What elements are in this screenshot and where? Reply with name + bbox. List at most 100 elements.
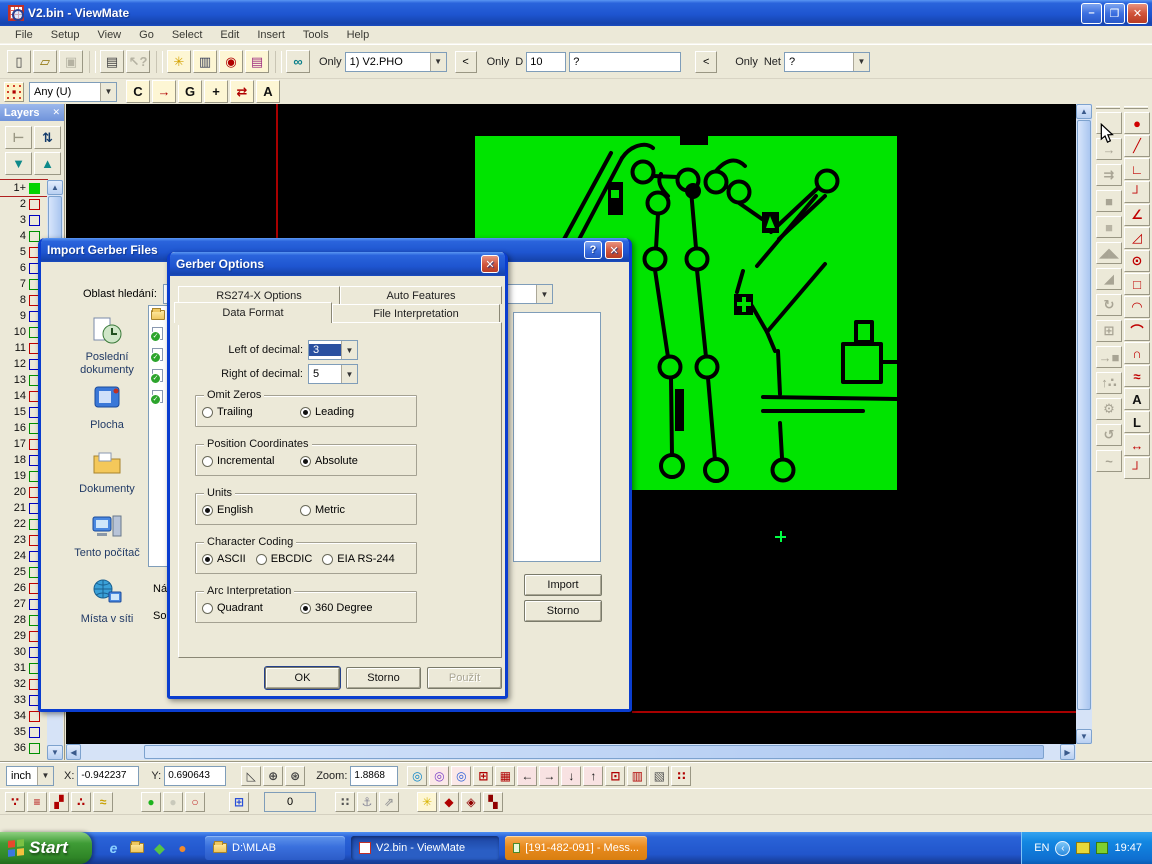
flash-finder-icon[interactable]: ✳ [167, 50, 191, 73]
sidebar-item-network-places[interactable]: Místa v síti [59, 578, 155, 626]
radio-incremental[interactable]: Incremental [202, 455, 290, 467]
pad-flash-icon[interactable]: ● [1124, 112, 1150, 134]
arc-draw-icon[interactable]: ◠ [1124, 296, 1150, 318]
radio-eia-rs-244[interactable]: EIA RS-244 [322, 553, 394, 565]
scroll-left-icon[interactable]: ◀ [66, 744, 81, 760]
layer-color-swatch[interactable] [29, 199, 40, 210]
filter-gerber-icon[interactable]: G [178, 80, 202, 103]
film-colors-icon[interactable]: ▤ [245, 50, 269, 73]
filter-flash-icon[interactable]: + [204, 80, 228, 103]
open-folder-icon[interactable]: ▱ [33, 50, 57, 73]
unit-combo[interactable]: inch▼ [6, 766, 54, 786]
selection-filter-icon[interactable]: ▪ [4, 82, 24, 102]
layer-color-swatch[interactable] [29, 215, 40, 226]
view-traces-icon[interactable]: ≡ [27, 792, 47, 812]
dcode-filter-combo[interactable]: Any (U)▼ [29, 82, 117, 102]
taskbar-item-viewmate[interactable]: V2.bin - ViewMate [351, 836, 499, 860]
graph-grid-icon[interactable]: ⊞ [473, 766, 493, 786]
tab-data-format[interactable]: Data Format [174, 302, 332, 323]
view-filled-icon[interactable]: ▞ [49, 792, 69, 812]
canvas-vertical-scrollbar[interactable]: ▲ ▼ [1076, 104, 1092, 744]
close-icon[interactable]: ✕ [52, 107, 60, 118]
radio-ebcdic[interactable]: EBCDIC [256, 553, 313, 565]
cancel-button[interactable]: Storno [346, 667, 421, 689]
menu-item-insert[interactable]: Insert [248, 27, 294, 43]
menu-item-help[interactable]: Help [338, 27, 379, 43]
layer-color-swatch[interactable] [29, 743, 40, 754]
menu-item-view[interactable]: View [88, 27, 130, 43]
radio-trailing[interactable]: Trailing [202, 406, 290, 418]
menu-item-file[interactable]: File [6, 27, 42, 43]
tab-auto-features[interactable]: Auto Features [340, 286, 502, 304]
redraw-grid-icon[interactable]: ▦ [495, 766, 515, 786]
close-button[interactable]: ✕ [605, 241, 623, 259]
view-sketch-icon[interactable]: ≈ [93, 792, 113, 812]
poly-select-icon[interactable]: ◈ [461, 792, 481, 812]
taskbar-item-message[interactable]: [191-482-091] - Mess... [505, 836, 647, 860]
scroll-up-icon[interactable]: ▲ [47, 180, 63, 195]
print-icon[interactable]: ▤ [100, 50, 124, 73]
bend-trace-icon[interactable]: ┘ [1124, 457, 1150, 479]
radio-quadrant[interactable]: Quadrant [202, 602, 290, 614]
circle-center-icon[interactable]: ⊙ [1124, 250, 1150, 272]
menu-item-select[interactable]: Select [163, 27, 212, 43]
canvas-horizontal-scrollbar[interactable]: ◀ ▶ [66, 744, 1076, 760]
close-button[interactable]: ✕ [1127, 3, 1148, 24]
internet-explorer-icon[interactable]: e [104, 839, 123, 858]
measure-glasses-icon[interactable]: ∞ [286, 50, 310, 73]
layer-color-swatch[interactable] [29, 727, 40, 738]
chevron-down-icon[interactable]: ▼ [536, 285, 552, 303]
layer-row[interactable]: 2 [0, 196, 47, 212]
triangle-draw-icon[interactable]: ◿ [1124, 227, 1150, 249]
import-button[interactable]: Import [524, 574, 602, 596]
highlight-frame-bulb-icon[interactable]: ○ [185, 792, 205, 812]
dcode-finder-icon[interactable]: ◉ [219, 50, 243, 73]
rectangle-pad-icon[interactable]: □ [1124, 273, 1150, 295]
filter-circle-icon[interactable]: C [126, 80, 150, 103]
messenger-tray-icon[interactable] [1076, 842, 1090, 854]
chevron-down-icon[interactable]: ▼ [100, 83, 116, 101]
zoom-in-icon[interactable]: ◎ [407, 766, 427, 786]
radio-360-degree[interactable]: 360 Degree [300, 602, 388, 614]
radio-leading[interactable]: Leading [300, 406, 388, 418]
vector-move-icon[interactable]: ⇗ [379, 792, 399, 812]
anchor-icon[interactable]: ⚓ [357, 792, 377, 812]
menu-item-setup[interactable]: Setup [42, 27, 89, 43]
s-curve-icon[interactable]: ≈ [1124, 365, 1150, 387]
sidebar-item-desktop[interactable]: Plocha [59, 384, 155, 432]
cancel-button[interactable]: Storno [524, 600, 602, 622]
tab-file-interpretation[interactable]: File Interpretation [332, 304, 500, 322]
sidebar-item-my-computer[interactable]: Tento počítač [59, 512, 155, 560]
radio-english[interactable]: English [202, 504, 290, 516]
net-select-icon[interactable]: ▚ [483, 792, 503, 812]
chevron-down-icon[interactable]: ▼ [341, 341, 357, 359]
taskbar-item-mlab[interactable]: D:\MLAB [205, 836, 345, 860]
grid-offset-icon[interactable]: ▥ [627, 766, 647, 786]
aperture-list-icon[interactable]: ▥ [193, 50, 217, 73]
zoom-window-icon[interactable]: ◎ [429, 766, 449, 786]
text-tool-icon[interactable]: A [1124, 388, 1150, 410]
tray-chevron-icon[interactable]: ‹ [1055, 841, 1070, 856]
relative-origin-icon[interactable]: ⊛ [285, 766, 305, 786]
filter-trace-icon[interactable]: ⇄ [230, 80, 254, 103]
language-indicator[interactable]: EN [1034, 842, 1049, 854]
polyline-draw-icon[interactable]: ∟ [1124, 158, 1150, 180]
prev-net-button[interactable]: < [695, 51, 717, 73]
program-icon[interactable]: ◆ [150, 839, 169, 858]
prev-dcode-button[interactable]: < [455, 51, 477, 73]
layer-file-combo[interactable]: 1) V2.PHO▼ [345, 52, 447, 72]
dcode-input[interactable]: 10 [526, 52, 566, 72]
chevron-down-icon[interactable]: ▼ [341, 365, 357, 383]
start-button[interactable]: Start [0, 832, 92, 864]
zoom-value-field[interactable]: 1.8868 [350, 766, 398, 786]
pad-select-icon[interactable]: ◆ [439, 792, 459, 812]
filter-goto-icon[interactable]: → [152, 80, 176, 103]
restore-button[interactable]: ❐ [1104, 3, 1125, 24]
scroll-down-icon[interactable]: ▼ [47, 745, 63, 760]
origin-icon[interactable]: ⊕ [263, 766, 283, 786]
firefox-icon[interactable]: ● [173, 839, 192, 858]
highlight-on-bulb-icon[interactable]: ● [141, 792, 161, 812]
pan-left-icon[interactable]: ← [517, 766, 537, 786]
tray-app-icon[interactable] [1096, 842, 1108, 854]
my-documents-icon[interactable] [127, 839, 146, 858]
